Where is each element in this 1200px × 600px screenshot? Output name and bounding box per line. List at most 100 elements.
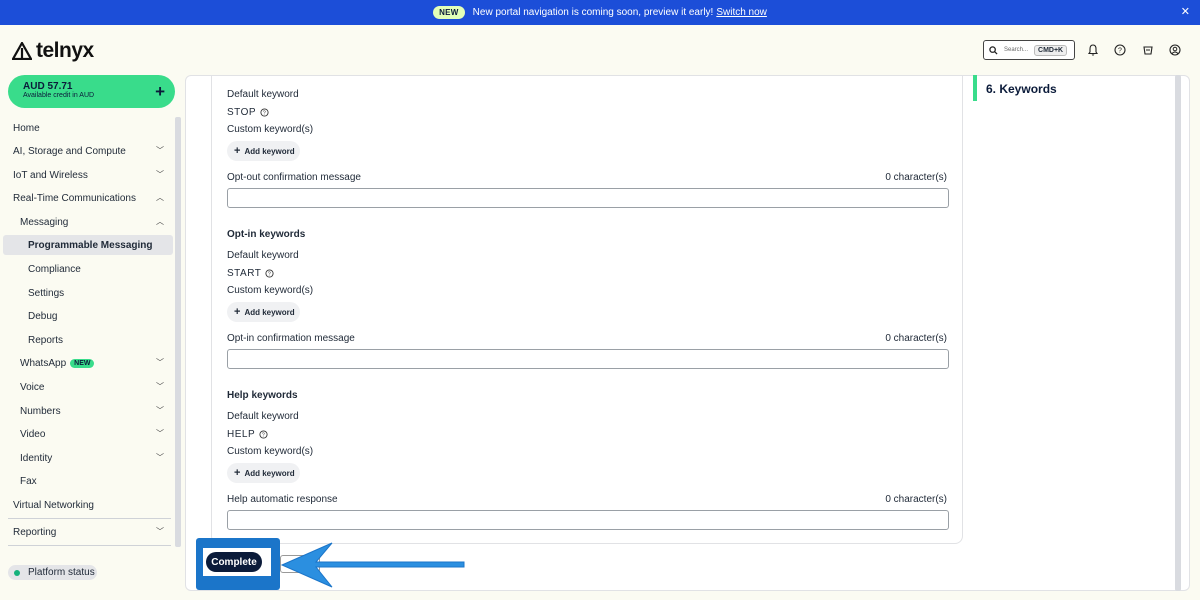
sidebar-item-label: Numbers	[20, 405, 61, 417]
search-shortcut: CMD+K	[1034, 44, 1068, 56]
sidebar-item-messaging[interactable]: Messaging ︿	[0, 212, 172, 232]
banner-message: New portal navigation is coming soon, pr…	[472, 7, 714, 18]
status-dot-icon	[14, 569, 20, 576]
chevron-down-icon: ﹀	[156, 170, 164, 179]
platform-status-label: Platform status	[28, 567, 95, 578]
sidebar-item-label: Reporting	[13, 526, 57, 538]
optin-message-input[interactable]	[227, 349, 949, 369]
help-icon[interactable]: ?	[265, 269, 274, 278]
chevron-up-icon: ︿	[156, 217, 164, 226]
credit-card[interactable]: AUD 57.71 Available credit in AUD +	[8, 75, 175, 108]
optout-char-count: 0 character(s)	[885, 172, 947, 183]
help-message-input[interactable]	[227, 510, 949, 530]
sidebar-item-label: Identity	[20, 452, 53, 464]
sidebar-item-video[interactable]: Video ﹀	[0, 424, 172, 444]
sidebar-item-compliance[interactable]: Compliance	[0, 259, 172, 279]
toc-active-indicator	[973, 75, 977, 101]
help-message-label: Help automatic response	[227, 494, 338, 505]
new-badge: NEW	[433, 6, 465, 19]
sidebar-item-label: Real-Time Communications	[13, 192, 136, 204]
help-section-title: Help keywords	[227, 390, 298, 401]
sidebar-item-debug[interactable]: Debug	[0, 306, 172, 326]
sidebar-item-label: AI, Storage and Compute	[13, 145, 126, 157]
help-custom-label: Custom keyword(s)	[227, 446, 314, 457]
sidebar-item-programmable-messaging[interactable]: Programmable Messaging	[3, 235, 173, 255]
add-keyword-label: Add keyword	[244, 468, 295, 478]
help-default-label: Default keyword	[227, 411, 299, 422]
toc-item-keywords[interactable]: 6. Keywords	[986, 82, 1057, 96]
search-icon	[989, 45, 998, 55]
keyword-value: HELP	[227, 429, 256, 440]
chevron-down-icon: ﹀	[156, 429, 164, 438]
sidebar-item-label: IoT and Wireless	[13, 169, 88, 181]
sidebar-item-fax[interactable]: Fax	[0, 471, 172, 491]
credit-subtitle: Available credit in AUD	[23, 92, 95, 99]
complete-button[interactable]: Complete	[206, 552, 262, 572]
highlight-inner: Complete	[203, 548, 271, 576]
sidebar-item-voice[interactable]: Voice ﹀	[0, 377, 172, 397]
help-icon[interactable]: ?	[260, 108, 269, 117]
add-keyword-label: Add keyword	[244, 307, 295, 317]
sidebar-item-reports[interactable]: Reports	[0, 330, 172, 350]
svg-text:?: ?	[263, 111, 266, 117]
search-box[interactable]: Search... CMD+K	[983, 40, 1075, 60]
optout-custom-label: Custom keyword(s)	[227, 124, 314, 135]
sidebar-item-settings[interactable]: Settings	[0, 283, 172, 303]
keywords-form-card: Default keyword STOP ? Custom keyword(s)…	[211, 76, 963, 544]
add-help-keyword-button[interactable]: + Add keyword	[227, 463, 300, 483]
sidebar-item-label: Voice	[20, 381, 45, 393]
sidebar-item-virtual-networking[interactable]: Virtual Networking	[0, 495, 172, 515]
optout-message-input[interactable]	[227, 188, 949, 208]
close-icon[interactable]: ✕	[1181, 5, 1190, 18]
add-optout-keyword-button[interactable]: + Add keyword	[227, 141, 300, 161]
sidebar: AUD 57.71 Available credit in AUD + Home…	[0, 75, 182, 600]
optout-keyword: STOP ?	[227, 107, 269, 118]
chevron-down-icon: ﹀	[156, 146, 164, 155]
optout-message-label: Opt-out confirmation message	[227, 172, 361, 183]
sidebar-item-label: Programmable Messaging	[28, 239, 153, 251]
sidebar-item-label: Virtual Networking	[13, 499, 94, 511]
sidebar-item-label: Home	[13, 122, 40, 134]
optin-section-title: Opt-in keywords	[227, 229, 306, 240]
new-tag: NEW	[70, 358, 95, 368]
sidebar-item-reporting[interactable]: Reporting ﹀	[0, 522, 172, 542]
telnyx-logo[interactable]: telnyx	[12, 39, 94, 63]
sidebar-item-label: Reports	[28, 334, 64, 346]
help-icon[interactable]: ?	[1113, 43, 1127, 57]
plus-icon: +	[234, 467, 241, 479]
sidebar-item-label: Compliance	[28, 263, 81, 275]
sidebar-divider	[8, 518, 171, 519]
top-header: telnyx Search... CMD+K ?	[0, 25, 1200, 75]
svg-text:?: ?	[262, 433, 265, 439]
main-panel: Default keyword STOP ? Custom keyword(s)…	[185, 75, 1190, 591]
sidebar-item-ai-storage-compute[interactable]: AI, Storage and Compute ﹀	[0, 141, 172, 161]
sidebar-item-numbers[interactable]: Numbers ﹀	[0, 401, 172, 421]
platform-status-pill[interactable]: Platform status	[8, 565, 97, 580]
sidebar-item-iot-wireless[interactable]: IoT and Wireless ﹀	[0, 165, 172, 185]
optin-custom-label: Custom keyword(s)	[227, 285, 314, 296]
logo-text: telnyx	[36, 39, 94, 62]
sidebar-scrollbar[interactable]	[175, 117, 181, 547]
sidebar-item-label: Messaging	[20, 216, 69, 228]
sidebar-item-real-time-communications[interactable]: Real-Time Communications ︿	[0, 188, 172, 208]
switch-now-link[interactable]: Switch now	[716, 7, 767, 18]
user-icon[interactable]	[1168, 43, 1182, 57]
add-optin-keyword-button[interactable]: + Add keyword	[227, 302, 300, 322]
sidebar-item-label: Video	[20, 428, 46, 440]
chevron-down-icon: ﹀	[156, 406, 164, 415]
highlight-frame: Complete	[196, 538, 280, 590]
add-credit-icon[interactable]: +	[155, 82, 165, 102]
plus-icon: +	[234, 306, 241, 318]
plus-icon: +	[234, 145, 241, 157]
chevron-down-icon: ﹀	[156, 382, 164, 391]
add-keyword-label: Add keyword	[244, 146, 295, 156]
help-icon[interactable]: ?	[259, 430, 268, 439]
sidebar-item-identity[interactable]: Identity ﹀	[0, 448, 172, 468]
keyword-value: STOP	[227, 107, 257, 118]
bell-icon[interactable]	[1086, 43, 1100, 57]
sidebar-item-whatsapp[interactable]: WhatsApp NEW ﹀	[0, 353, 172, 373]
sidebar-item-home[interactable]: Home	[0, 118, 172, 138]
store-icon[interactable]	[1141, 43, 1155, 57]
announcement-banner: NEW New portal navigation is coming soon…	[0, 0, 1200, 25]
main-scrollbar[interactable]	[1175, 75, 1181, 591]
